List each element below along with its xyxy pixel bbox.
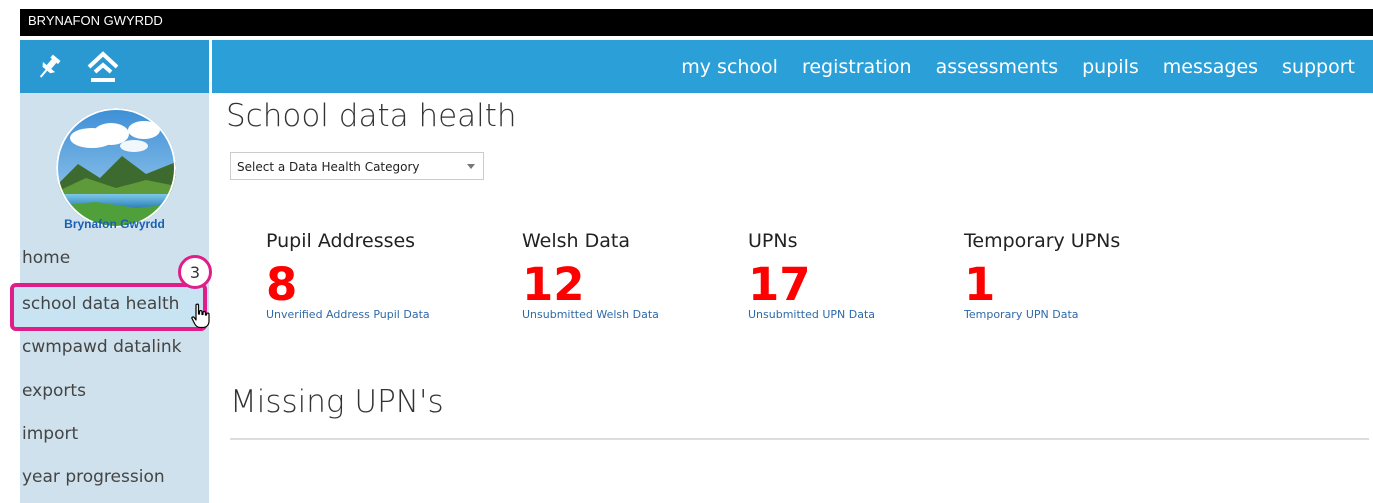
stat-link[interactable]: Temporary UPN Data bbox=[964, 308, 1120, 321]
stat-value: 1 bbox=[964, 258, 996, 311]
stat-link[interactable]: Unverified Address Pupil Data bbox=[266, 308, 430, 321]
sidebar: Brynafon Gwyrdd home school data health … bbox=[10, 93, 212, 503]
stat-title: Welsh Data bbox=[522, 230, 630, 252]
school-name: BRYNAFON GWYRDD bbox=[28, 13, 163, 28]
stat-value: 17 bbox=[748, 258, 811, 311]
stat-link[interactable]: Unsubmitted Welsh Data bbox=[522, 308, 659, 321]
nav-pupils[interactable]: pupils bbox=[1082, 56, 1139, 78]
stat-value: 8 bbox=[266, 258, 298, 311]
sidebar-item-exports[interactable]: exports bbox=[22, 381, 86, 401]
sidebar-item-school-data-health[interactable]: school data health bbox=[22, 294, 179, 314]
hand-cursor-icon bbox=[190, 303, 212, 333]
stat-link[interactable]: Unsubmitted UPN Data bbox=[748, 308, 875, 321]
sidebar-item-cwmpawd-datalink[interactable]: cwmpawd datalink bbox=[22, 337, 181, 357]
data-health-category-select[interactable]: Select a Data Health Category bbox=[230, 152, 484, 180]
stat-value: 12 bbox=[522, 258, 585, 311]
school-logo-label: Brynafon Gwyrdd bbox=[64, 217, 165, 231]
chevron-down-icon bbox=[467, 164, 475, 169]
sidebar-item-home[interactable]: home bbox=[22, 248, 70, 268]
stat-card-temporary-upns: Temporary UPNs 1 Temporary UPN Data bbox=[964, 230, 1120, 321]
section-divider bbox=[230, 438, 1369, 440]
stat-card-welsh-data: Welsh Data 12 Unsubmitted Welsh Data bbox=[522, 230, 659, 321]
nav-support[interactable]: support bbox=[1282, 56, 1355, 78]
sidebar-item-year-progression[interactable]: year progression bbox=[22, 467, 165, 487]
sidebar-divider bbox=[209, 93, 212, 503]
stat-card-upns: UPNs 17 Unsubmitted UPN Data bbox=[748, 230, 875, 321]
stat-card-pupil-addresses: Pupil Addresses 8 Unverified Address Pup… bbox=[266, 230, 430, 321]
school-name-bar bbox=[20, 9, 1373, 36]
nav-my-school[interactable]: my school bbox=[681, 56, 778, 78]
stat-title: Temporary UPNs bbox=[964, 230, 1121, 252]
nav-registration[interactable]: registration bbox=[802, 56, 912, 78]
icon-toolbar bbox=[20, 40, 209, 93]
page-title: School data health bbox=[226, 98, 517, 134]
section-title-missing-upns: Missing UPN's bbox=[230, 384, 444, 420]
school-logo bbox=[56, 108, 176, 228]
top-bar: BRYNAFON GWYRDD bbox=[0, 0, 1373, 36]
dropdown-selected-value: Select a Data Health Category bbox=[237, 160, 420, 174]
home-icon[interactable] bbox=[86, 50, 120, 88]
nav-messages[interactable]: messages bbox=[1163, 56, 1258, 78]
nav-assessments[interactable]: assessments bbox=[936, 56, 1059, 78]
sidebar-item-import[interactable]: import bbox=[22, 424, 78, 444]
step-badge: 3 bbox=[178, 255, 212, 289]
main-nav: my school registration assessments pupil… bbox=[212, 40, 1373, 93]
stat-title: UPNs bbox=[748, 230, 798, 252]
pin-icon[interactable] bbox=[34, 52, 64, 86]
stat-title: Pupil Addresses bbox=[266, 230, 416, 252]
